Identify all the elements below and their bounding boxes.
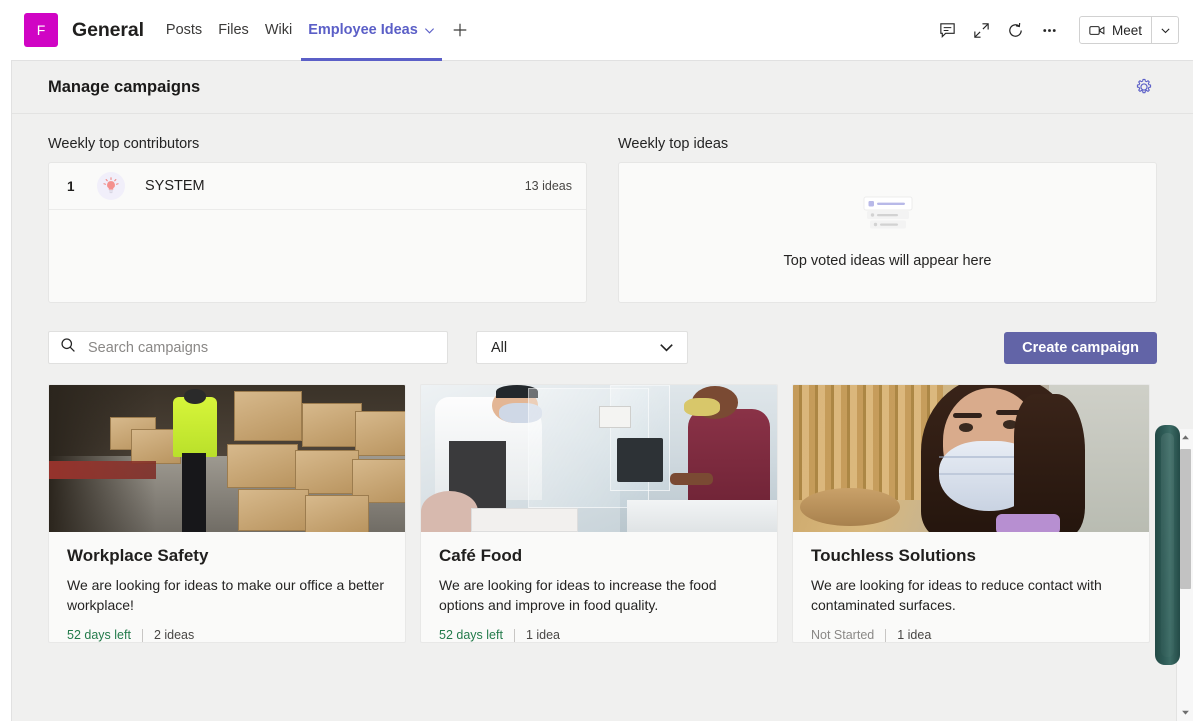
weekly-top-ideas-widget: Weekly top ideas Top voted ideas will ap… (618, 136, 1157, 303)
weekly-top-contributors-widget: Weekly top contributors 1 SYSTEM 13 idea… (48, 136, 587, 303)
campaign-card-body: Café Food We are looking for ideas to in… (421, 532, 777, 642)
page-title: Manage campaigns (48, 77, 201, 96)
campaign-card[interactable]: Café Food We are looking for ideas to in… (420, 384, 778, 643)
channel-header: F General Posts Files Wiki Employee Idea… (11, 0, 1193, 61)
meta-divider (513, 628, 515, 642)
video-camera-icon (1089, 25, 1105, 35)
chevron-down-icon (1160, 27, 1170, 33)
tab-wiki-label: Wiki (264, 22, 293, 38)
tab-posts-label: Posts (165, 22, 203, 38)
channel-title: General (72, 18, 144, 41)
team-avatar-letter: F (36, 22, 46, 38)
lightbulb-icon (97, 172, 125, 200)
cafe-counter-masked-staff-photo (421, 385, 777, 532)
campaign-title: Workplace Safety (67, 546, 209, 565)
employee-ideas-app: Manage campaigns Weekly top contributors… (11, 61, 1193, 721)
refresh-icon[interactable] (999, 13, 1033, 47)
insight-widgets: Weekly top contributors 1 SYSTEM 13 idea… (12, 114, 1193, 303)
campaign-description: We are looking for ideas to reduce conta… (811, 577, 1102, 613)
campaign-title: Touchless Solutions (811, 546, 976, 565)
campaign-idea-count: 1 idea (897, 628, 932, 642)
woman-wearing-face-mask-photo (793, 385, 1149, 532)
campaign-meta: 52 days left 1 idea (439, 628, 759, 642)
create-campaign-button[interactable]: Create campaign (1004, 331, 1157, 364)
search-icon (60, 337, 76, 358)
campaign-status: 52 days left (439, 628, 503, 642)
campaign-card-body: Touchless Solutions We are looking for i… (793, 532, 1149, 642)
meet-button-group: Meet (1078, 16, 1179, 44)
campaign-status: Not Started (811, 628, 875, 642)
meta-divider (885, 628, 887, 642)
search-input[interactable] (86, 338, 416, 357)
campaign-idea-count: 2 ideas (153, 628, 195, 642)
contributor-name: SYSTEM (145, 178, 205, 194)
meet-button[interactable]: Meet (1080, 17, 1152, 43)
chat-icon[interactable] (931, 13, 965, 47)
window-scrollbar-thumb[interactable] (1155, 425, 1180, 665)
plus-icon (453, 23, 467, 37)
campaign-filter-select[interactable]: All (476, 331, 688, 364)
chevron-down-icon[interactable] (657, 338, 676, 357)
warehouse-worker-boxes-photo (49, 385, 405, 532)
search-campaigns-box[interactable] (48, 331, 448, 364)
ideas-box: Top voted ideas will appear here (618, 162, 1157, 303)
tab-employee-ideas-label: Employee Ideas (308, 22, 418, 38)
team-avatar: F (24, 13, 58, 47)
campaign-filter-value: All (491, 339, 508, 356)
meet-button-label: Meet (1111, 22, 1142, 38)
ideas-label: Weekly top ideas (618, 136, 729, 152)
scroll-down-arrow-icon[interactable] (1177, 704, 1193, 721)
teams-window: F General Posts Files Wiki Employee Idea… (0, 0, 1193, 721)
chevron-down-icon[interactable] (424, 25, 435, 36)
campaign-description: We are looking for ideas to make our off… (67, 577, 384, 613)
list-placeholder-icon (860, 196, 916, 235)
ideas-empty-text: Top voted ideas will appear here (783, 253, 992, 269)
campaign-card[interactable]: Workplace Safety We are looking for idea… (48, 384, 406, 643)
gear-icon[interactable] (1131, 74, 1157, 100)
header-actions: Meet (931, 13, 1193, 47)
scrollbar-thumb[interactable] (1180, 449, 1191, 589)
add-tab-button[interactable] (443, 0, 477, 61)
tab-wiki[interactable]: Wiki (257, 0, 300, 61)
channel-tabs: Posts Files Wiki Employee Ideas (158, 0, 477, 61)
meet-dropdown-caret[interactable] (1152, 17, 1178, 43)
campaign-meta: 52 days left 2 ideas (67, 628, 387, 642)
meta-divider (141, 628, 143, 642)
campaign-card-body: Workplace Safety We are looking for idea… (49, 532, 405, 642)
campaign-card[interactable]: Touchless Solutions We are looking for i… (792, 384, 1150, 643)
contributors-box: 1 SYSTEM 13 ideas (48, 162, 587, 303)
contributor-rank: 1 (67, 178, 75, 194)
ideas-empty-state: Top voted ideas will appear here (619, 163, 1156, 302)
campaign-card-list: Workplace Safety We are looking for idea… (12, 364, 1193, 643)
tab-files-label: Files (218, 22, 249, 38)
contributor-idea-count: 13 ideas (524, 179, 572, 193)
tab-employee-ideas[interactable]: Employee Ideas (300, 0, 443, 61)
contributors-label: Weekly top contributors (48, 136, 200, 152)
campaign-meta: Not Started 1 idea (811, 628, 1131, 642)
campaign-status: 52 days left (67, 628, 131, 642)
campaign-idea-count: 1 idea (525, 628, 560, 642)
more-options-icon[interactable] (1033, 13, 1067, 47)
campaign-title: Café Food (439, 546, 523, 565)
tab-posts[interactable]: Posts (158, 0, 210, 61)
campaign-description: We are looking for ideas to increase the… (439, 577, 717, 613)
expand-icon[interactable] (965, 13, 999, 47)
campaign-toolbar: All Create campaign (12, 303, 1193, 364)
tab-files[interactable]: Files (210, 0, 257, 61)
contributor-row[interactable]: 1 SYSTEM 13 ideas (49, 163, 586, 210)
panel-header: Manage campaigns (12, 61, 1193, 114)
